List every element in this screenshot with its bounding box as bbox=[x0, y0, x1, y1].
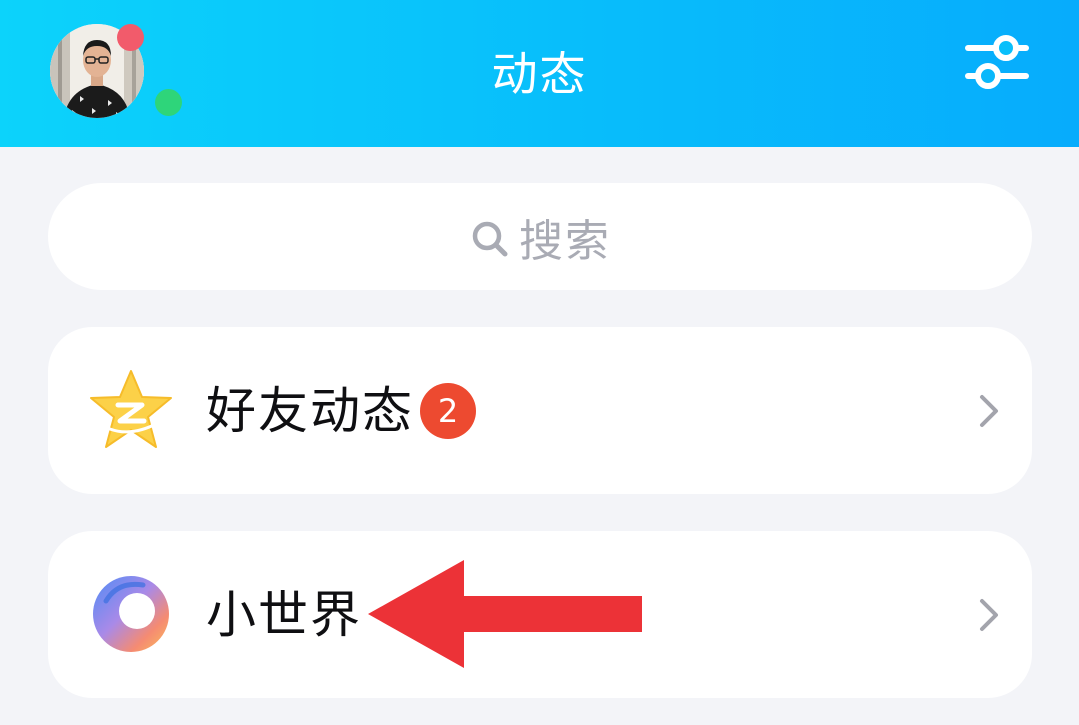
top-bar: 动态 bbox=[0, 0, 1079, 147]
search-placeholder: 搜索 bbox=[519, 215, 611, 267]
sliders-icon bbox=[965, 35, 1029, 89]
list-item-label: 好友动态 bbox=[206, 382, 414, 440]
chevron-right-icon bbox=[980, 395, 998, 427]
list-item-label: 小世界 bbox=[206, 586, 362, 644]
chevron-right-icon bbox=[980, 599, 998, 631]
page: 动态 搜索 好友动态 2 小世界 bbox=[0, 0, 1079, 725]
little-world-icon bbox=[93, 576, 169, 652]
qzone-star-icon bbox=[90, 370, 172, 448]
page-title: 动态 bbox=[491, 47, 588, 101]
search-bar[interactable]: 搜索 bbox=[48, 183, 1032, 290]
annotation-arrow bbox=[368, 560, 642, 668]
search-icon bbox=[472, 221, 508, 256]
list-item-friends-feed[interactable]: 好友动态 2 bbox=[48, 327, 1032, 494]
unread-count-badge: 2 bbox=[420, 383, 476, 439]
settings-button[interactable] bbox=[962, 32, 1032, 96]
